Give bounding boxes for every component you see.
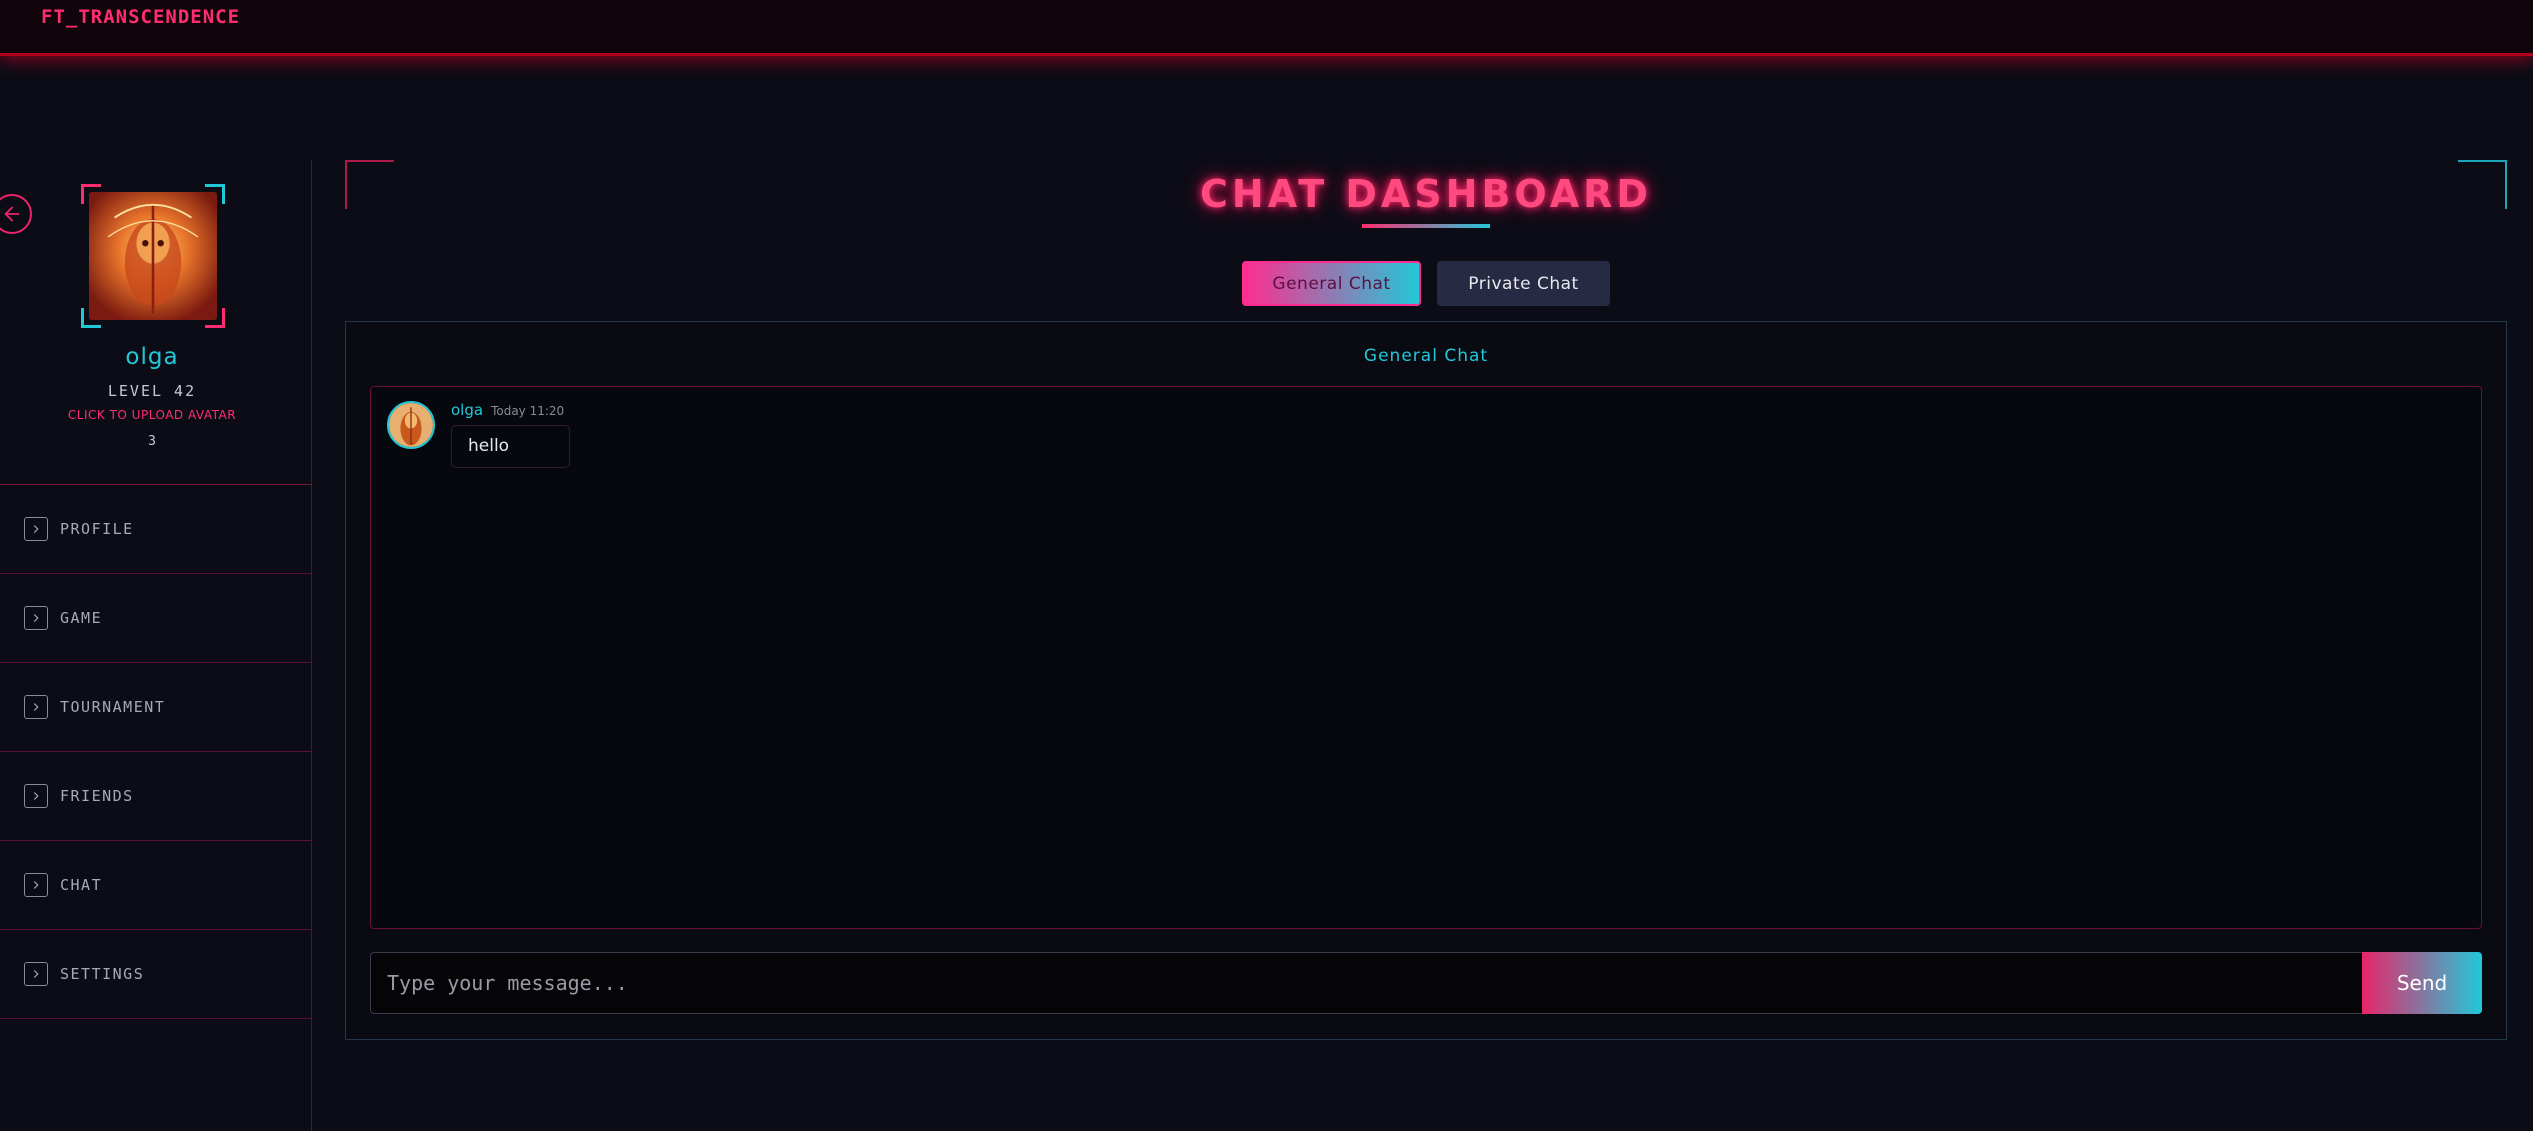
message-list[interactable]: olga Today 11:20 hello [370,386,2482,929]
sidebar-item-chat[interactable]: CHAT [0,841,312,930]
upload-avatar-link[interactable]: CLICK TO UPLOAD AVATAR [0,408,304,422]
message-timestamp: Today 11:20 [491,404,565,418]
message-username[interactable]: olga [451,401,483,419]
profile-username: olga [125,344,179,370]
chat-message: olga Today 11:20 hello [387,401,570,468]
arrow-left-icon [4,206,20,222]
page-title: CHAT DASHBOARD [1200,172,1652,216]
message-composer: Send [370,952,2482,1014]
sidebar-item-label: FRIENDS [60,787,134,805]
chat-panel: General Chat olga Today 11:20 hello Type… [345,321,2507,1040]
back-button[interactable] [0,194,32,234]
sidebar: olga LEVEL 42 CLICK TO UPLOAD AVATAR 3 P… [0,160,312,1131]
sidebar-item-game[interactable]: GAME [0,574,312,663]
chevron-right-icon [24,784,48,808]
send-button[interactable]: Send [2362,952,2482,1014]
chevron-right-icon [24,962,48,986]
message-avatar[interactable] [387,401,435,449]
avatar-upload[interactable] [81,184,225,328]
sidebar-item-profile[interactable]: PROFILE [0,485,312,574]
profile-level: LEVEL 42 [107,382,197,400]
chat-tabs: General Chat Private Chat [1242,261,1610,306]
chevron-right-icon [24,873,48,897]
sidebar-menu: PROFILE GAME TOURNAMENT FRIENDS CHAT SET… [0,484,312,1019]
sidebar-item-label: GAME [60,609,103,627]
sidebar-item-friends[interactable]: FRIENDS [0,752,312,841]
avatar [89,192,217,320]
sidebar-item-label: CHAT [60,876,103,894]
app-brand[interactable]: FT_TRANSCENDENCE [41,6,240,28]
sidebar-item-label: PROFILE [60,520,134,538]
message-text: hello [451,425,570,468]
chevron-right-icon [24,606,48,630]
tab-private-chat[interactable]: Private Chat [1437,261,1610,306]
sidebar-item-settings[interactable]: SETTINGS [0,930,312,1019]
sidebar-item-label: SETTINGS [60,965,145,983]
message-input[interactable] [370,952,2362,1014]
profile-count: 3 [148,434,156,449]
top-bar: FT_TRANSCENDENCE [0,0,2533,56]
sidebar-item-label: TOURNAMENT [60,698,166,716]
chat-panel-title: General Chat [1363,346,1489,366]
chat-dashboard: CHAT DASHBOARD General Chat Private Chat… [345,160,2507,1040]
title-underline [1362,224,1490,228]
tab-general-chat[interactable]: General Chat [1242,261,1421,306]
chevron-right-icon [24,517,48,541]
sidebar-item-tournament[interactable]: TOURNAMENT [0,663,312,752]
chevron-right-icon [24,695,48,719]
